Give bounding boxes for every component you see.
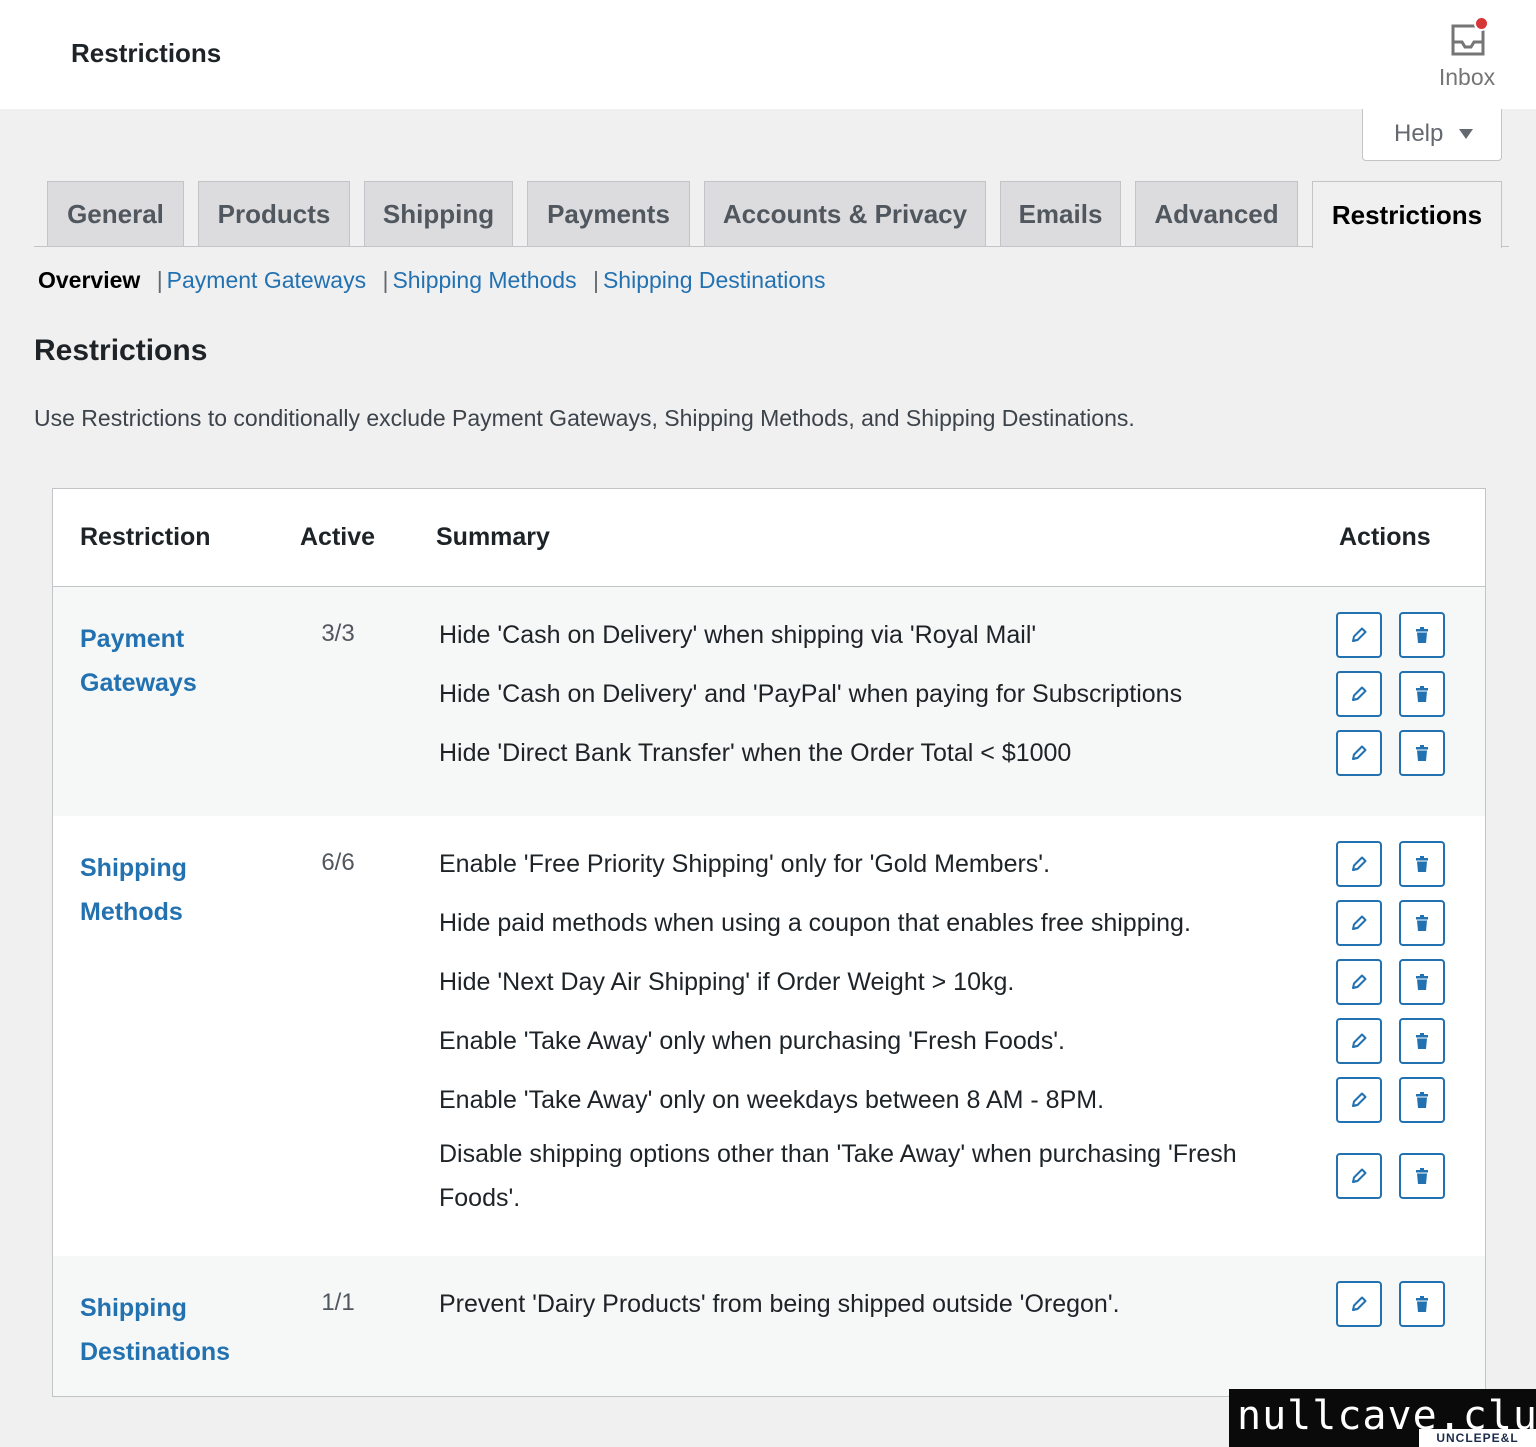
column-active: Active bbox=[300, 523, 376, 551]
rule-summary: Hide 'Next Day Air Shipping' if Order We… bbox=[439, 968, 1015, 996]
column-actions: Actions bbox=[1339, 523, 1431, 551]
trash-icon bbox=[1416, 856, 1428, 872]
delete-button[interactable] bbox=[1399, 1077, 1445, 1123]
edit-button[interactable] bbox=[1336, 730, 1382, 776]
page-heading: Restrictions bbox=[71, 38, 222, 68]
rule-summary: Enable 'Free Priority Shipping' only for… bbox=[439, 850, 1051, 878]
table-row: Hide 'Direct Bank Transfer' when the Ord… bbox=[53, 730, 1485, 776]
delete-button[interactable] bbox=[1399, 612, 1445, 658]
subnav-shipping-methods[interactable]: Shipping Methods bbox=[392, 267, 576, 293]
trash-icon bbox=[1416, 974, 1428, 990]
rule-summary: Hide 'Cash on Delivery' and 'PayPal' whe… bbox=[439, 680, 1183, 708]
trash-icon bbox=[1416, 1033, 1428, 1049]
pencil-icon bbox=[1352, 686, 1367, 701]
notification-dot bbox=[1474, 16, 1489, 31]
restrictions-table: Restriction Active Summary Actions Payme… bbox=[52, 488, 1486, 1397]
help-button[interactable]: Help bbox=[1362, 109, 1502, 161]
restriction-group: Shipping Destinations 1/1 Prevent 'Dairy P… bbox=[53, 1256, 1485, 1396]
pencil-icon bbox=[1352, 1033, 1367, 1048]
rule-summary: Hide 'Direct Bank Transfer' when the Ord… bbox=[439, 739, 1072, 767]
rule-summary: Hide paid methods when using a coupon th… bbox=[439, 909, 1191, 937]
delete-button[interactable] bbox=[1399, 1018, 1445, 1064]
table-header: Restriction Active Summary Actions bbox=[53, 489, 1485, 587]
delete-button[interactable] bbox=[1399, 1281, 1445, 1327]
edit-button[interactable] bbox=[1336, 841, 1382, 887]
table-row: Prevent 'Dairy Products' from being ship… bbox=[53, 1281, 1485, 1327]
table-row: Hide 'Next Day Air Shipping' if Order We… bbox=[53, 959, 1485, 1005]
edit-button[interactable] bbox=[1336, 900, 1382, 946]
trash-icon bbox=[1416, 915, 1428, 931]
restriction-group: Shipping Methods 6/6 Enable 'Free Priority… bbox=[53, 816, 1485, 1256]
restriction-group: Payment Gateways 3/3 Hide 'Cash on Deliver… bbox=[53, 587, 1485, 816]
table-row: Enable 'Take Away' only on weekdays betw… bbox=[53, 1077, 1485, 1123]
table-row: Hide 'Cash on Delivery' and 'PayPal' whe… bbox=[53, 671, 1485, 717]
rule-summary: Prevent 'Dairy Products' from being ship… bbox=[439, 1290, 1120, 1318]
subnav-overview[interactable]: Overview bbox=[38, 267, 140, 293]
table-row: Enable 'Free Priority Shipping' only for… bbox=[53, 841, 1485, 887]
pencil-icon bbox=[1352, 1168, 1367, 1183]
table-row: Enable 'Take Away' only when purchasing … bbox=[53, 1018, 1485, 1064]
delete-button[interactable] bbox=[1399, 959, 1445, 1005]
pencil-icon bbox=[1352, 856, 1367, 871]
column-summary: Summary bbox=[436, 523, 550, 551]
trash-icon bbox=[1416, 1092, 1428, 1108]
edit-button[interactable] bbox=[1336, 1153, 1382, 1199]
delete-button[interactable] bbox=[1399, 841, 1445, 887]
subnav-separator: | bbox=[382, 267, 389, 293]
subnav-shipping-destinations[interactable]: Shipping Destinations bbox=[603, 267, 825, 293]
rule-summary: Disable shipping options other than 'Tak… bbox=[439, 1140, 1237, 1212]
trash-icon bbox=[1416, 627, 1428, 643]
edit-button[interactable] bbox=[1336, 1281, 1382, 1327]
pencil-icon bbox=[1352, 974, 1367, 989]
tabs-divider bbox=[34, 246, 1509, 247]
inbox-button[interactable]: Inbox bbox=[1428, 14, 1506, 94]
caret-down-icon bbox=[1459, 129, 1473, 139]
subnav-separator: | bbox=[592, 267, 599, 293]
rule-summary: Enable 'Take Away' only on weekdays betw… bbox=[439, 1086, 1105, 1114]
section-description: Use Restrictions to conditionally exclud… bbox=[34, 405, 1135, 431]
tab-restrictions[interactable]: Restrictions bbox=[1312, 181, 1502, 248]
trash-icon bbox=[1416, 686, 1428, 702]
column-restriction: Restriction bbox=[80, 523, 211, 551]
pencil-icon bbox=[1352, 745, 1367, 760]
trash-icon bbox=[1416, 1168, 1428, 1184]
edit-button[interactable] bbox=[1336, 1077, 1382, 1123]
section-title: Restrictions bbox=[34, 334, 208, 367]
edit-button[interactable] bbox=[1336, 1018, 1382, 1064]
tab-payments[interactable]: Payments bbox=[527, 181, 690, 246]
delete-button[interactable] bbox=[1399, 1153, 1445, 1199]
tab-accounts-privacy[interactable]: Accounts & Privacy bbox=[704, 181, 986, 246]
edit-button[interactable] bbox=[1336, 959, 1382, 1005]
tab-shipping[interactable]: Shipping bbox=[364, 181, 513, 246]
table-row: Hide paid methods when using a coupon th… bbox=[53, 900, 1485, 946]
trash-icon bbox=[1416, 1296, 1428, 1312]
table-row: Disable shipping options other than 'Tak… bbox=[53, 1132, 1485, 1220]
table-row: Hide 'Cash on Delivery' when shipping vi… bbox=[53, 612, 1485, 658]
subnav-payment-gateways[interactable]: Payment Gateways bbox=[167, 267, 366, 293]
edit-button[interactable] bbox=[1336, 612, 1382, 658]
watermark-subtext: UNCLEPE&L bbox=[1419, 1429, 1536, 1447]
subnav: Overview | Payment Gateways | Shipping Met… bbox=[38, 267, 825, 294]
inbox-label: Inbox bbox=[1438, 64, 1496, 90]
pencil-icon bbox=[1352, 1296, 1367, 1311]
delete-button[interactable] bbox=[1399, 900, 1445, 946]
pencil-icon bbox=[1352, 915, 1367, 930]
trash-icon bbox=[1416, 745, 1428, 761]
tab-emails[interactable]: Emails bbox=[1000, 181, 1121, 246]
edit-button[interactable] bbox=[1336, 671, 1382, 717]
tab-advanced[interactable]: Advanced bbox=[1135, 181, 1298, 246]
delete-button[interactable] bbox=[1399, 671, 1445, 717]
help-label: Help bbox=[1394, 120, 1444, 147]
delete-button[interactable] bbox=[1399, 730, 1445, 776]
pencil-icon bbox=[1352, 1092, 1367, 1107]
top-bar: Restrictions Inbox bbox=[0, 0, 1536, 109]
tab-products[interactable]: Products bbox=[198, 181, 350, 246]
tab-general[interactable]: General bbox=[47, 181, 184, 246]
pencil-icon bbox=[1352, 627, 1367, 642]
watermark: nullcave.club UNCLEPE&L bbox=[1229, 1389, 1536, 1447]
rule-summary: Enable 'Take Away' only when purchasing … bbox=[439, 1027, 1065, 1055]
rule-summary: Hide 'Cash on Delivery' when shipping vi… bbox=[439, 621, 1037, 649]
subnav-separator: | bbox=[156, 267, 163, 293]
